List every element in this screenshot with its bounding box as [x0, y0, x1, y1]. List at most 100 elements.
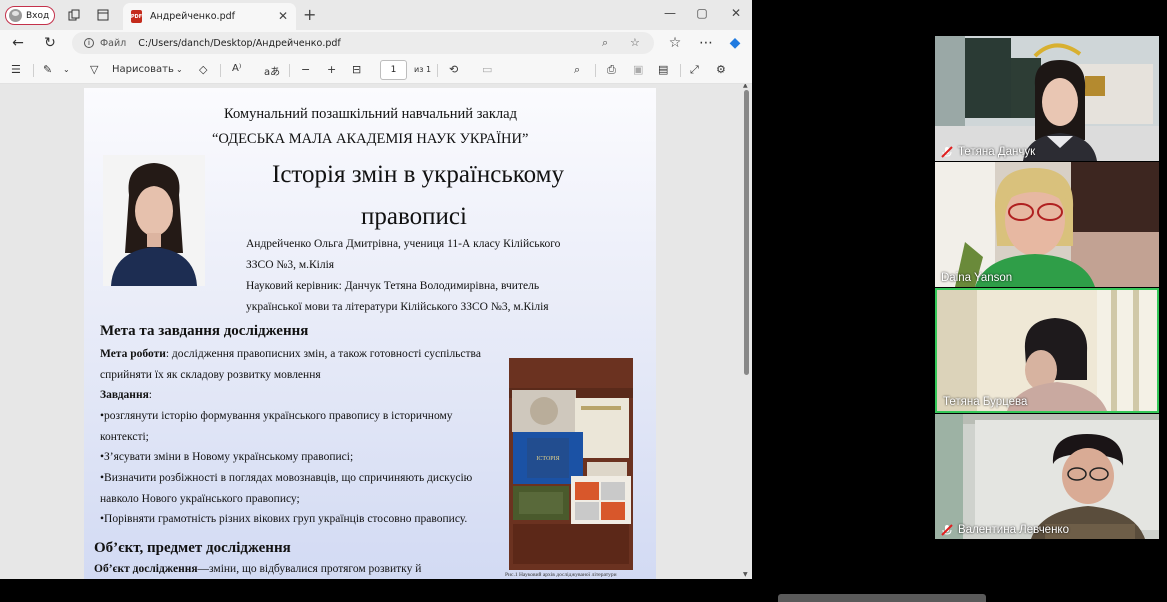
participant-video — [935, 36, 1159, 161]
task4: •Порівняти грамотність різних вікових гр… — [100, 513, 468, 525]
advisor-line1: Науковий керівник: Данчук Тетяна Володим… — [246, 280, 540, 292]
profile-button[interactable]: Вход — [5, 6, 55, 25]
avatar-icon — [9, 9, 22, 22]
address-text: C:/Users/danch/Desktop/Андрейченко.pdf — [138, 37, 341, 49]
info-icon[interactable]: i — [84, 38, 94, 48]
task1-line1: •розглянути історію формування українськ… — [100, 410, 453, 422]
settings-gear-icon[interactable]: ⚙ — [716, 63, 726, 76]
save-as-icon[interactable]: ▤ — [658, 63, 668, 76]
tab-actions-icon[interactable] — [96, 8, 110, 22]
close-window-icon[interactable]: ✕ — [726, 6, 746, 20]
muted-mic-icon — [941, 146, 953, 158]
participant-name-label: Тетяна Данчук — [941, 146, 1035, 158]
participant-tile-active-speaker[interactable]: Тетяна Бурцева — [935, 288, 1159, 413]
profile-label: Вход — [26, 10, 50, 21]
vertical-scrollbar[interactable]: ▲ ▼ — [742, 84, 750, 579]
screen: Вход PDF Андрейченко.pdf ✕ + — ▢ ✕ ← ↻ i — [0, 0, 1167, 602]
search-icon[interactable]: ⌕ — [574, 63, 580, 77]
minimize-icon[interactable]: — — [660, 6, 680, 20]
fullscreen-icon[interactable]: ⤢ — [690, 63, 699, 77]
draw-icon[interactable]: ▽ — [90, 63, 98, 76]
back-icon[interactable]: ← — [10, 35, 26, 51]
address-prefix: Файл — [100, 37, 127, 49]
participant-tile[interactable]: Тетяна Данчук — [935, 36, 1159, 161]
highlight-icon[interactable]: ✎ — [43, 63, 52, 76]
task3-line1: •Визначити розбіжності в поглядах мовозн… — [100, 472, 473, 484]
favorite-star-icon[interactable]: ☆ — [630, 36, 640, 49]
address-row: ← ↻ i Файл C:/Users/danch/Desktop/Андрей… — [0, 30, 752, 57]
author-line2: ЗЗСО №3, м.Кілія — [246, 259, 335, 271]
task3-line2: навколо Нового українського правопису; — [100, 493, 300, 505]
participant-video — [935, 162, 1159, 287]
goal-text: : дослідження правописних змін, а також … — [165, 348, 481, 360]
pdf-page: Комунальний позашкільний навчальний закл… — [84, 88, 656, 579]
zoom-out-icon[interactable]: − — [301, 63, 310, 76]
advisor-line2: української мови та літератури Кілійсько… — [246, 301, 549, 313]
divider — [680, 64, 681, 77]
participant-name-label: Daina Yanson — [941, 272, 1012, 284]
participant-name: Тетяна Данчук — [958, 146, 1036, 158]
tab-active[interactable]: PDF Андрейченко.pdf ✕ — [123, 3, 296, 30]
institution-line2: “ОДЕСЬКА МАЛА АКАДЕМІЯ НАУК УКРАЇНИ” — [212, 131, 529, 147]
object-label: Об’єкт дослідження — [94, 563, 198, 575]
page-number-input[interactable]: 1 — [380, 60, 407, 80]
participant-tile[interactable]: Валентина Левченко — [935, 414, 1159, 539]
zoom-in-icon[interactable]: + — [327, 63, 336, 76]
goal-label: Мета роботи — [100, 348, 166, 360]
draw-button[interactable]: Нарисовать — [112, 64, 174, 75]
highlight-dropdown-icon[interactable]: ⌄ — [63, 65, 70, 74]
tasks-heading: Завдання: — [100, 389, 152, 401]
tasks-label: Завдання — [100, 389, 149, 401]
scroll-down-icon[interactable]: ▼ — [743, 571, 748, 578]
divider — [595, 64, 596, 77]
translate-icon[interactable]: aあ — [264, 63, 280, 78]
document-title-line1: Історія змін в українському — [272, 161, 564, 188]
participant-video — [937, 290, 1157, 411]
page-total: из 1 — [414, 65, 432, 74]
institution-line1: Комунальний позашкільний навчальний закл… — [224, 106, 517, 122]
tab-title: Андрейченко.pdf — [150, 11, 235, 22]
document-title-line2: правописі — [361, 203, 467, 230]
eraser-icon[interactable]: ◇ — [199, 63, 207, 76]
participant-video — [935, 414, 1159, 539]
copilot-icon[interactable]: ◆ — [727, 35, 743, 51]
workspaces-icon[interactable] — [67, 8, 81, 22]
zoom-icon[interactable]: ⌕ — [602, 36, 608, 50]
more-menu-icon[interactable]: ⋯ — [698, 35, 714, 51]
author-line1: Андрейченко Ольга Дмитрівна, учениця 11-… — [246, 238, 561, 250]
meeting-controls-bar[interactable] — [778, 594, 986, 602]
favorites-icon[interactable]: ☆ — [667, 35, 683, 51]
divider — [289, 64, 290, 77]
refresh-icon[interactable]: ↻ — [42, 35, 58, 51]
print-icon[interactable]: ⎙ — [607, 63, 616, 77]
author-photo — [103, 155, 205, 286]
contents-icon[interactable]: ☰ — [11, 63, 21, 76]
divider — [33, 64, 34, 77]
close-tab-icon[interactable]: ✕ — [278, 9, 288, 23]
new-tab-icon[interactable]: + — [303, 5, 316, 24]
draw-dropdown-icon[interactable]: ⌄ — [176, 65, 183, 74]
section1-heading: Мета та завдання дослідження — [100, 323, 309, 339]
scrollbar-thumb[interactable] — [744, 90, 749, 375]
task1-line2: контексті; — [100, 431, 149, 443]
participant-tile[interactable]: Daina Yanson — [935, 162, 1159, 287]
pdf-viewer[interactable]: Комунальний позашкільний навчальний закл… — [0, 84, 752, 579]
participant-name: Daina Yanson — [941, 272, 1013, 284]
fit-width-icon[interactable]: ⊟ — [352, 63, 361, 76]
browser-window: Вход PDF Андрейченко.pdf ✕ + — ▢ ✕ ← ↻ i — [0, 0, 752, 579]
participant-name-label: Валентина Левченко — [941, 524, 1069, 536]
page-view-icon[interactable]: ▭ — [482, 63, 492, 76]
address-bar[interactable]: i Файл C:/Users/danch/Desktop/Андрейченк… — [72, 32, 654, 54]
goal-text-line2: сприйняти їх як складову розвитку мовлен… — [100, 369, 321, 381]
participant-name-label: Тетяна Бурцева — [943, 396, 1027, 408]
read-aloud-icon[interactable]: A⁾ — [232, 63, 241, 74]
figure-caption: Рис.1 Науковий архів досліджуваної літер… — [505, 572, 617, 578]
goal-paragraph: Мета роботи: дослідження правописних змі… — [100, 348, 481, 360]
participant-name: Валентина Левченко — [958, 524, 1069, 536]
save-icon[interactable]: ▣ — [633, 63, 643, 76]
rotate-icon[interactable]: ⟲ — [449, 63, 458, 76]
pdf-file-icon: PDF — [131, 10, 142, 23]
task2: •З’ясувати зміни в Новому українському п… — [100, 451, 354, 463]
maximize-icon[interactable]: ▢ — [692, 6, 712, 20]
scroll-up-icon[interactable]: ▲ — [743, 84, 748, 89]
